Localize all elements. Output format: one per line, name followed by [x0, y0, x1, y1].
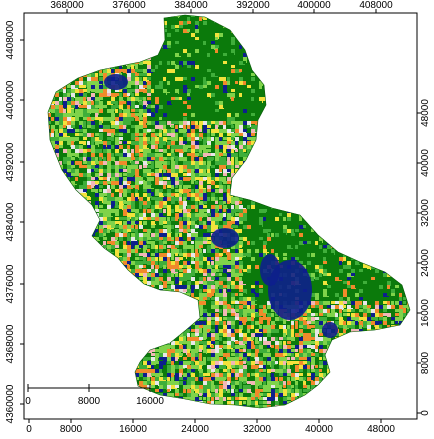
left-tick-label: 4400000 [5, 80, 16, 119]
bottom-tick-label: 24000 [181, 424, 209, 434]
left-axis: 4408000 4400000 4392000 4384000 4376000 43680… [5, 20, 24, 423]
left-tick-label: 4408000 [5, 20, 16, 59]
bottom-axis: 0 8000 16000 24000 32000 40000 48000 [26, 419, 395, 435]
top-tick-label: 400000 [297, 0, 331, 11]
right-tick-label: 8000 [420, 351, 431, 374]
top-tick-label: 392000 [236, 0, 270, 11]
bottom-tick-label: 16000 [119, 424, 147, 434]
bottom-tick-label: 48000 [367, 424, 395, 434]
top-axis: 368000 376000 384000 392000 400000 408000 [50, 0, 393, 13]
right-tick-label: 16000 [420, 299, 431, 327]
top-tick-label: 384000 [174, 0, 208, 11]
scale-label-16000: 16000 [136, 396, 164, 407]
right-tick-label: 24000 [420, 249, 431, 277]
bottom-tick-label: 8000 [60, 424, 83, 434]
left-tick-label: 4368000 [5, 324, 16, 363]
right-tick-label: 48000 [420, 99, 431, 127]
left-tick-label: 4392000 [5, 142, 16, 181]
scale-label-8000: 8000 [78, 396, 101, 407]
left-tick-label: 4384000 [5, 202, 16, 241]
top-tick-label: 408000 [359, 0, 393, 11]
left-tick-label: 4376000 [5, 264, 16, 303]
top-tick-label: 376000 [112, 0, 146, 11]
bottom-tick-label: 40000 [305, 424, 333, 434]
bottom-tick-label: 32000 [243, 424, 271, 434]
bottom-tick-label: 0 [26, 424, 32, 434]
top-tick-label: 368000 [50, 0, 84, 11]
right-tick-label: 0 [420, 410, 431, 416]
left-tick-label: 4360000 [5, 384, 16, 423]
land-cover-map: 368000 376000 384000 392000 400000 408000 0 80… [5, 0, 431, 435]
right-tick-label: 40000 [420, 149, 431, 177]
right-tick-label: 32000 [420, 199, 431, 227]
map-frame: 368000 376000 384000 392000 400000 408000 0 80… [0, 0, 434, 435]
right-axis: 0 8000 16000 24000 32000 40000 48000 [417, 99, 431, 416]
scale-label-0: 0 [25, 396, 31, 407]
